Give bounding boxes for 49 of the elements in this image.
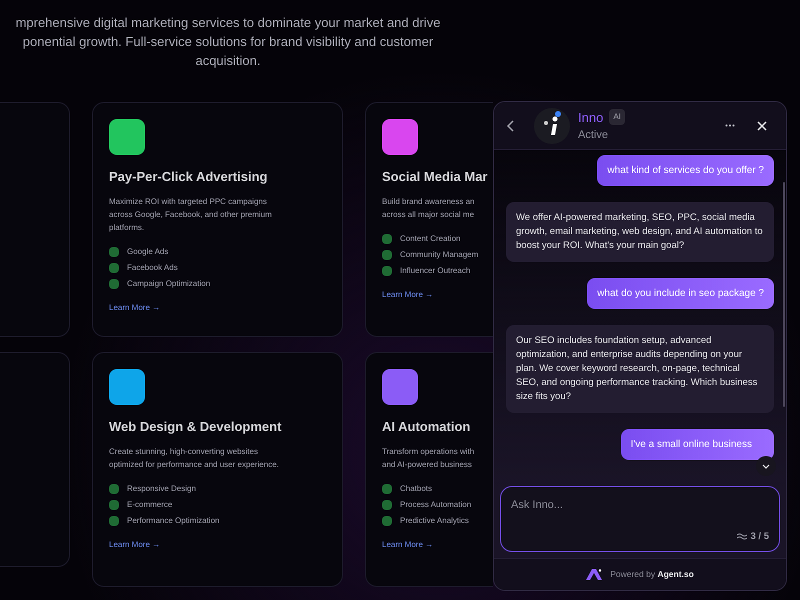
assistant-message: Our SEO includes foundation setup, advanced optimization, and enterprise audits depending on your plan. We cover keyword research, on-page, technical SEO, and ongoing performance tracking. Which business size fits you?	[506, 325, 774, 413]
back-icon	[506, 120, 516, 132]
card-description: optimized for performance and user experience.	[109, 458, 280, 470]
user-message: what do you include in seo package ?	[587, 278, 774, 309]
intro-text: acquisition.	[195, 52, 261, 70]
agent-name: Inno	[578, 108, 604, 126]
learn-more-link[interactable]: Learn More →	[382, 288, 434, 300]
feature-text: Responsive Design	[127, 482, 196, 494]
feature-text: Facebook Ads	[127, 262, 178, 274]
feature-text: Campaign Optimization	[127, 278, 210, 290]
learn-more-link[interactable]: Learn More →	[109, 302, 160, 314]
intro-text: mprehensive digital marketing services to dominate your market and drive	[16, 14, 440, 32]
chevron-down-icon	[762, 464, 770, 468]
assistant-message: We offer AI-powered marketing, SEO, PPC, social media growth, email marketing, web design, and AI automation to boost your ROI. What's your main goal?	[506, 202, 774, 262]
card-title: AI Automation	[382, 418, 472, 436]
ai-badge: AI	[609, 109, 625, 126]
more-icon	[725, 124, 735, 127]
feature-text: Community Managem	[400, 248, 478, 260]
card-title: Web Design & Development	[109, 418, 282, 436]
user-message: what kind of services do you offer ?	[597, 155, 774, 186]
card-description: Maximize ROI with targeted PPC campaigns	[109, 196, 268, 208]
feature-text: Performance Optimization	[127, 514, 220, 526]
user-message: I've a small online business	[620, 429, 774, 460]
learn-more-link[interactable]: Learn More →	[109, 538, 160, 550]
card-description: Transform operations with	[382, 446, 476, 458]
card-description: Create stunning, high-converting websites	[109, 446, 259, 458]
powered-by-text: Powered by Agent.so	[610, 568, 694, 581]
card-description: across Google, Facebook, and other premium	[109, 208, 273, 220]
card-description: platforms.	[109, 222, 146, 234]
message-input[interactable]: Ask Inno...	[511, 497, 769, 514]
feature-text: Content Creation	[400, 232, 460, 244]
learn-more-link[interactable]: Learn More →	[382, 538, 434, 550]
card-description: and AI-powered business	[382, 458, 473, 470]
status-text: Active	[578, 128, 609, 143]
agent-logo-icon	[586, 569, 602, 580]
message-counter: 3 / 5	[750, 530, 769, 544]
close-icon	[757, 120, 767, 130]
card-description: across all major social me	[382, 208, 476, 220]
feature-text: Google Ads	[127, 246, 168, 258]
feature-text: Process Automation	[400, 498, 472, 510]
feature-text: Influencer Outreach	[400, 264, 470, 276]
feature-text: E-commerce	[127, 498, 172, 510]
card-title: Social Media Mar	[382, 168, 488, 186]
feature-text: Predictive Analytics	[400, 514, 469, 526]
intro-text: ponential growth. Full-service solutions for brand visibility and customer	[22, 33, 434, 51]
card-title: Pay-Per-Click Advertising	[109, 168, 268, 186]
feature-text: Chatbots	[400, 482, 432, 494]
card-description: Build brand awareness an	[382, 196, 476, 208]
waves-icon	[736, 532, 746, 541]
